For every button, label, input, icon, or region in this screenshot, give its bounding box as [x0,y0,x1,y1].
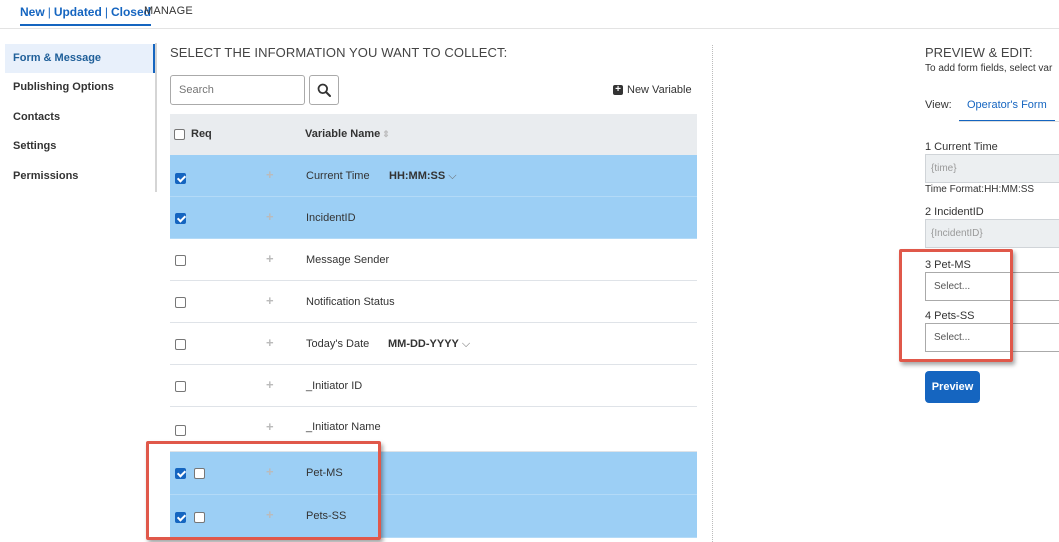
view-tab-underline [959,121,1059,122]
new-variable-button[interactable]: + New Variable [613,84,692,96]
time-format-note: Time Format:HH:MM:SS [925,184,1035,195]
row-checkbox[interactable] [175,213,186,224]
drag-handle-icon[interactable]: + [266,464,274,479]
sidebar-item-contacts[interactable]: Contacts [5,103,155,132]
sidebar: Form & Message Publishing Options Contac… [0,43,157,192]
tab-separator: | [104,5,108,19]
drag-handle-icon[interactable]: + [266,251,274,266]
variable-name: Pets-SS [306,510,347,522]
header-variable-name-label: Variable Name [305,128,381,140]
table-row: + Pets-SS [170,495,697,538]
tab-manage[interactable]: MANAGE [144,5,193,17]
drag-handle-icon[interactable]: + [266,209,274,224]
tab-separator: | [47,5,51,19]
tab-operators-form[interactable]: Operator's Form [959,92,1055,122]
chevron-down-icon: ⌵ [448,170,457,182]
drag-handle-icon[interactable]: + [266,167,274,182]
current-time-field: {time} [925,154,1059,183]
field-label-pets-ss: 4 Pets-SS [925,310,975,322]
required-checkbox[interactable] [194,468,205,479]
plus-square-icon: + [613,85,623,95]
variable-name: _Initiator ID [306,380,363,392]
sort-icon: ⇕ [382,129,390,139]
format-dropdown[interactable]: HH:MM:SS ⌵ [389,170,457,183]
tab-new-label: New [20,5,45,19]
preview-title: PREVIEW & EDIT: [925,45,1033,60]
drag-handle-icon[interactable]: + [266,507,274,522]
search-input[interactable] [170,75,305,105]
variable-name: Notification Status [306,296,395,308]
sidebar-item-permissions[interactable]: Permissions [5,162,155,191]
pet-ms-select[interactable]: Select... [925,272,1059,301]
variable-name: _Initiator Name [306,421,381,433]
search-button[interactable] [309,75,339,105]
chevron-down-icon: ⌵ [461,338,471,350]
incidentid-field: {IncidentID} [925,219,1059,248]
variable-name: Today's Date [306,338,370,350]
table-row: + Pet-MS [170,452,697,495]
required-checkbox[interactable] [194,512,205,523]
row-checkbox[interactable] [175,339,186,350]
row-checkbox[interactable] [175,468,186,479]
sidebar-item-settings[interactable]: Settings [5,132,155,161]
row-checkbox[interactable] [175,255,186,266]
format-value: HH:MM:SS [389,170,446,182]
header-req: Req [191,128,212,140]
drag-handle-icon[interactable]: + [266,419,274,434]
search-icon [317,83,331,97]
preview-subtitle: To add form fields, select var [925,63,1053,74]
table-row: + Notification Status [170,281,697,323]
table-row: + _Initiator ID [170,365,697,407]
variable-name: Pet-MS [306,467,343,479]
field-label-pet-ms: 3 Pet-MS [925,259,971,271]
collect-title: SELECT THE INFORMATION YOU WANT TO COLLE… [170,45,508,60]
tab-new-updated-closed[interactable]: New | Updated | Closed [20,5,151,26]
header-variable-name[interactable]: Variable Name ⇕ [305,128,390,140]
drag-handle-icon[interactable]: + [266,293,274,308]
top-tabbar: New | Updated | Closed MANAGE [0,0,1059,29]
view-label: View: [925,99,952,111]
format-value: MM-DD-YYYY [388,338,459,350]
pets-ss-select[interactable]: Select... [925,323,1059,352]
variables-table: Req Variable Name ⇕ + Current Time HH:MM:… [170,114,697,538]
field-label-incidentid: 2 IncidentID [925,206,984,218]
new-variable-label: New Variable [627,84,692,96]
variable-name: Current Time [306,170,370,182]
table-row: + Today's Date MM-DD-YYYY ⌵ [170,323,697,365]
row-checkbox[interactable] [175,297,186,308]
table-header: Req Variable Name ⇕ [170,114,697,155]
table-row: + IncidentID [170,197,697,239]
panel-divider [712,45,713,542]
preview-button[interactable]: Preview [925,371,980,403]
row-checkbox[interactable] [175,512,186,523]
table-row: + _Initiator Name [170,407,697,452]
table-row: + Current Time HH:MM:SS ⌵ [170,155,697,197]
tab-updated-label: Updated [53,5,102,19]
row-checkbox[interactable] [175,173,186,184]
variable-name: Message Sender [306,254,390,266]
sidebar-item-form-message[interactable]: Form & Message [5,44,155,73]
table-row: + Message Sender [170,239,697,281]
row-checkbox[interactable] [175,425,186,436]
drag-handle-icon[interactable]: + [266,377,274,392]
field-label-current-time: 1 Current Time [925,141,998,153]
row-checkbox[interactable] [175,381,186,392]
drag-handle-icon[interactable]: + [266,335,274,350]
select-all-checkbox[interactable] [174,129,185,140]
variable-name: IncidentID [306,212,356,224]
sidebar-item-publishing-options[interactable]: Publishing Options [5,73,155,102]
format-dropdown[interactable]: MM-DD-YYYY ⌵ [388,338,470,351]
